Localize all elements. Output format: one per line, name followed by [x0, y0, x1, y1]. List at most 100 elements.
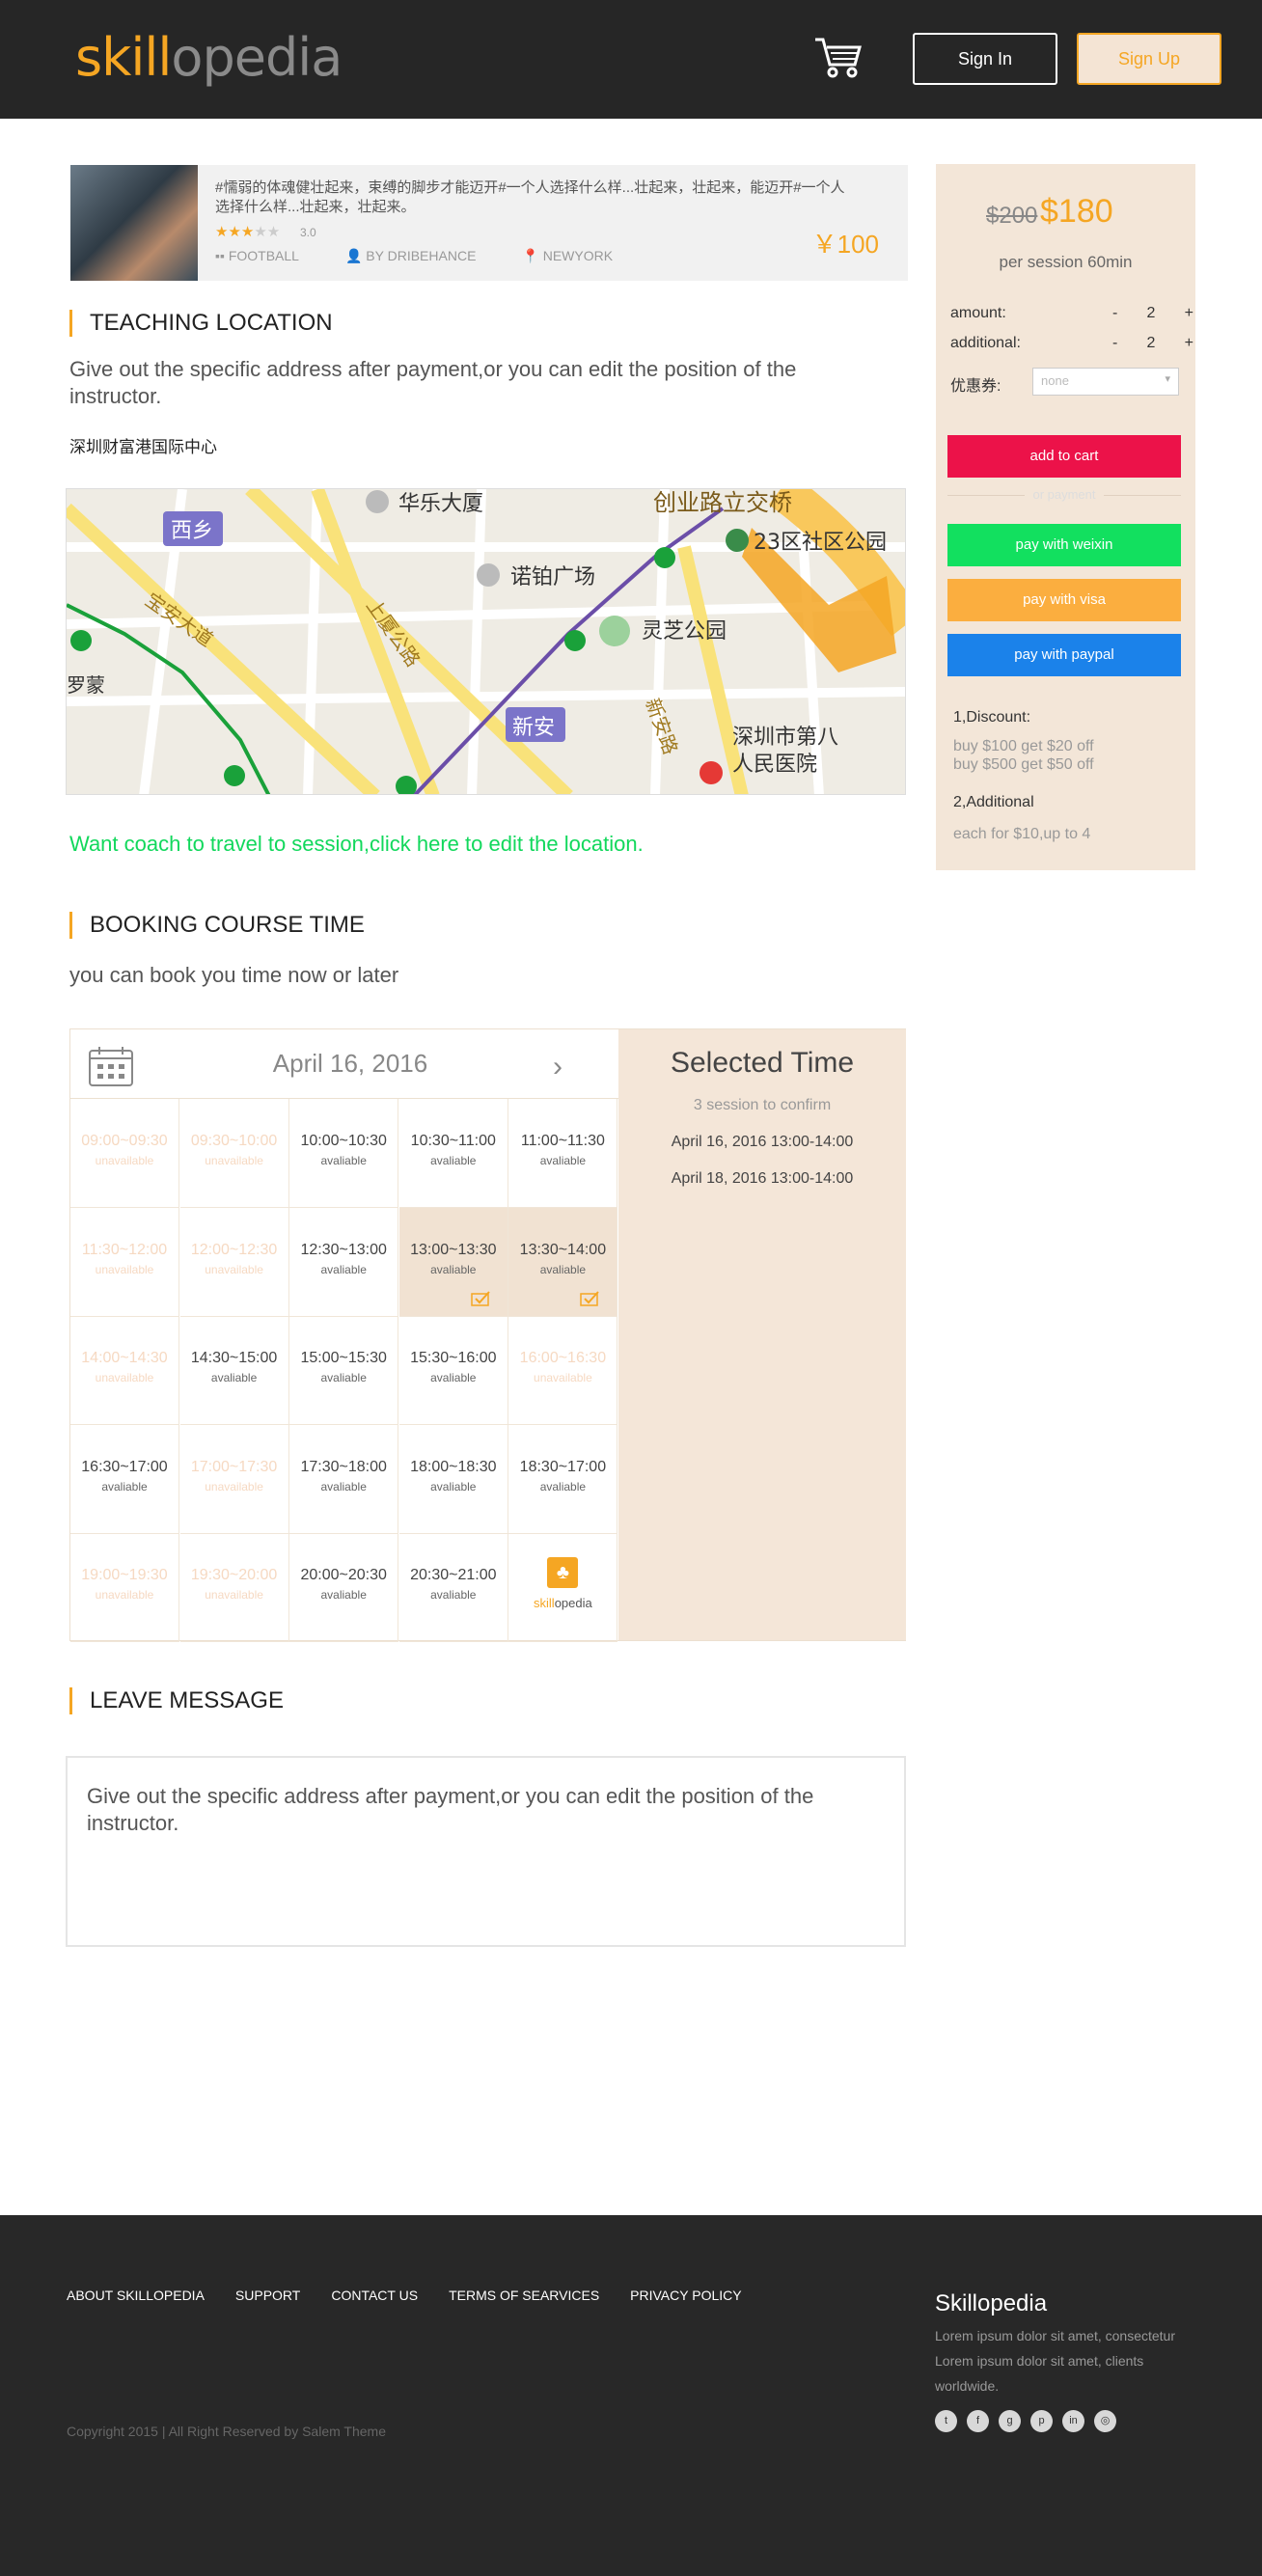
selected-time-panel: Selected Time 3 session to confirm April… [618, 1029, 906, 1640]
pinterest-icon[interactable]: p [1030, 2410, 1053, 2432]
time-slot: 17:00~17:30 unavailable [179, 1424, 289, 1534]
time-slot[interactable]: 15:00~15:30 avaliable [289, 1316, 399, 1425]
header: skillopedia Sign In Sign Up [0, 0, 1262, 119]
footer-link-terms[interactable]: TERMS OF SEARVICES [449, 2288, 599, 2303]
slot-time: 17:00~17:30 [190, 1458, 278, 1475]
time-slot: 09:30~10:00 unavailable [179, 1099, 289, 1208]
time-slot[interactable]: 10:00~10:30 avaliable [289, 1099, 399, 1208]
next-day-chevron-icon[interactable]: › [553, 1051, 562, 1083]
teaching-address: 深圳财富港国际中心 [69, 438, 217, 456]
slot-time: 12:30~13:00 [300, 1241, 387, 1258]
amount-minus-button[interactable]: - [1112, 305, 1117, 322]
facebook-icon[interactable]: f [967, 2410, 989, 2432]
map-label-3: 23区社区公园 [754, 531, 887, 555]
map-label-10: 人民医院 [732, 753, 817, 777]
copyright: Copyright 2015 | All Right Reserved by S… [67, 2424, 386, 2439]
discount-title: 1,Discount: [953, 709, 1031, 726]
course-card[interactable]: #懦弱的体魂健壮起来，束缚的脚步才能迈开#一个人选择什么样...壮起来，壮起来，… [70, 165, 908, 281]
rating-value: 3.0 [300, 226, 316, 239]
slot-status: unavailable [95, 1588, 154, 1602]
twitter-icon[interactable]: t [935, 2410, 957, 2432]
slot-time: 15:30~16:00 [410, 1350, 497, 1366]
discount-1: buy $100 get $20 off [953, 738, 1094, 754]
tree-icon: ♣ [547, 1557, 579, 1588]
selected-time-item[interactable]: April 16, 2016 13:00-14:00 [618, 1134, 906, 1151]
slot-status: avaliable [539, 1479, 587, 1494]
slot-status: unavailable [95, 1371, 154, 1384]
slot-status: avaliable [430, 1154, 477, 1167]
pay-visa-button[interactable]: pay with visa [947, 579, 1181, 621]
category: ▪▪ FOOTBALL [215, 248, 299, 263]
check-icon [580, 1290, 600, 1306]
booking-title: BOOKING COURSE TIME [69, 912, 365, 939]
sign-in-button[interactable]: Sign In [913, 33, 1057, 85]
footer-link-support[interactable]: SUPPORT [235, 2288, 300, 2303]
time-slot[interactable]: 12:30~13:00 avaliable [289, 1207, 399, 1317]
map[interactable]: 西乡 华乐大厦 创业路立交桥 23区社区公园 诺铂广场 灵芝公园 宝安大道 罗蒙… [66, 488, 906, 795]
edit-location-link[interactable]: Want coach to travel to session,click he… [69, 832, 644, 857]
slot-status: avaliable [430, 1371, 477, 1384]
dribbble-icon[interactable]: ◎ [1094, 2410, 1116, 2432]
additional-minus-button[interactable]: - [1112, 335, 1117, 352]
time-slot[interactable]: 17:30~18:00 avaliable [289, 1424, 399, 1534]
slot-time: 19:30~20:00 [190, 1567, 278, 1583]
time-slot: 14:00~14:30 unavailable [70, 1316, 179, 1425]
time-slot[interactable]: 13:30~14:00 avaliable [508, 1207, 618, 1317]
footer-brand: Skillopedia [935, 2290, 1048, 2316]
time-slot[interactable]: 11:00~11:30 avaliable [508, 1099, 618, 1208]
footer-link-contact[interactable]: CONTACT US [331, 2288, 418, 2303]
logo[interactable]: skillopedia [75, 27, 343, 88]
time-slot[interactable]: 16:30~17:00 avaliable [70, 1424, 179, 1534]
time-slot[interactable]: 10:30~11:00 avaliable [398, 1099, 508, 1208]
rating-stars: ★★★★★ [215, 224, 281, 240]
google-plus-icon[interactable]: g [999, 2410, 1021, 2432]
amount-plus-button[interactable]: + [1185, 305, 1193, 322]
footer-link-privacy[interactable]: PRIVACY POLICY [630, 2288, 741, 2303]
slot-time: 10:00~10:30 [300, 1133, 387, 1149]
footer-links: ABOUT SKILLOPEDIA SUPPORT CONTACT US TERMS … [67, 2288, 773, 2303]
sign-up-button[interactable]: Sign Up [1077, 33, 1221, 85]
time-slot[interactable]: 20:00~20:30 avaliable [289, 1533, 399, 1642]
slot-status: avaliable [320, 1588, 367, 1602]
slot-time: 16:30~17:00 [81, 1458, 168, 1475]
booking-sidebar: $200 $180 per session 60min amount: -2 + … [936, 164, 1195, 870]
calendar-icon[interactable] [88, 1045, 134, 1087]
time-slot[interactable]: 18:00~18:30 avaliable [398, 1424, 508, 1534]
chevron-down-icon: ▾ [1165, 373, 1170, 385]
time-slot[interactable]: 15:30~16:00 avaliable [398, 1316, 508, 1425]
additional-plus-button[interactable]: + [1185, 335, 1193, 352]
pay-paypal-button[interactable]: pay with paypal [947, 634, 1181, 676]
slot-status: avaliable [430, 1588, 477, 1602]
per-session: per session 60min [999, 253, 1133, 271]
cart-icon[interactable] [813, 32, 864, 82]
course-price: ￥100 [811, 230, 879, 259]
slot-status: avaliable [320, 1262, 367, 1276]
time-slot[interactable]: 20:30~21:00 avaliable [398, 1533, 508, 1642]
map-label-4: 诺铂广场 [510, 565, 595, 589]
time-slot[interactable]: 14:30~15:00 avaliable [179, 1316, 289, 1425]
tile-logo-text: skillopedia [534, 1596, 592, 1610]
pay-weixin-button[interactable]: pay with weixin [947, 524, 1181, 566]
message-textarea[interactable]: Give out the specific address after paym… [66, 1756, 906, 1947]
skillopedia-logo-tile: ♣ skillopedia [508, 1533, 618, 1642]
footer-link-about[interactable]: ABOUT SKILLOPEDIA [67, 2288, 205, 2303]
slot-time: 16:00~16:30 [519, 1350, 607, 1366]
time-slot: 12:00~12:30 unavailable [179, 1207, 289, 1317]
footer-text: Lorem ipsum dolor sit amet, consectetur … [935, 2328, 1175, 2394]
logo-skill: skill [75, 27, 172, 88]
additional-row: additional: - 2 + [950, 335, 1193, 352]
slot-status: avaliable [430, 1479, 477, 1494]
old-price: $200 [986, 203, 1038, 229]
calendar-header: April 16, 2016 › [70, 1029, 618, 1099]
time-slot: 19:30~20:00 unavailable [179, 1533, 289, 1642]
selected-time-item[interactable]: April 18, 2016 13:00-14:00 [618, 1170, 906, 1188]
add-to-cart-button[interactable]: add to cart [947, 435, 1181, 478]
slot-time: 11:30~12:00 [81, 1241, 168, 1258]
linkedin-icon[interactable]: in [1062, 2410, 1084, 2432]
slot-status: unavailable [205, 1588, 263, 1602]
additional-label: additional: [950, 335, 1021, 351]
time-slot[interactable]: 18:30~17:00 avaliable [508, 1424, 618, 1534]
time-slot[interactable]: 13:00~13:30 avaliable [398, 1207, 508, 1317]
coupon-select[interactable]: none ▾ [1032, 368, 1179, 396]
slot-status: avaliable [539, 1262, 587, 1276]
